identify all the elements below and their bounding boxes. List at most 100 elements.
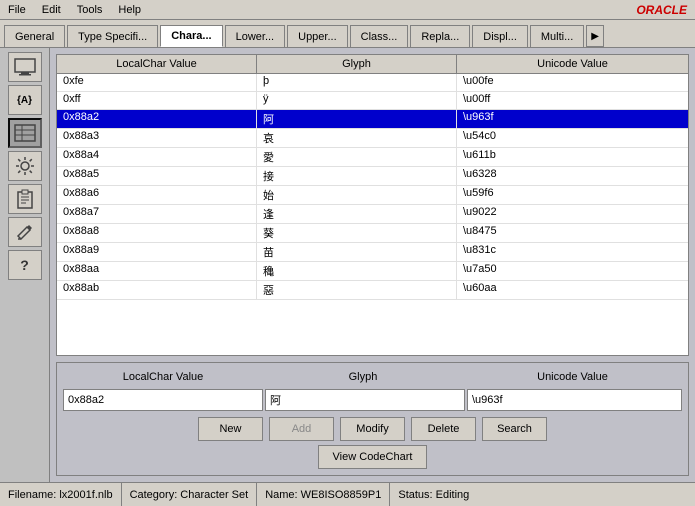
cell-glyph: 逢 xyxy=(257,205,457,223)
status-filename: Filename: lx2001f.nlb xyxy=(0,483,122,506)
unicode-input[interactable] xyxy=(467,389,682,411)
tab-class[interactable]: Class... xyxy=(350,25,409,47)
cell-unicode: \u611b xyxy=(457,148,688,166)
sidebar-icon-monitor[interactable] xyxy=(8,52,42,82)
tab-repla[interactable]: Repla... xyxy=(410,25,470,47)
cell-unicode: \u00fe xyxy=(457,74,688,91)
cell-glyph: þ xyxy=(257,74,457,91)
edit-form-header: LocalChar Value Glyph Unicode Value xyxy=(63,369,682,385)
tab-type-specifi[interactable]: Type Specifi... xyxy=(67,25,158,47)
menu-bar: File Edit Tools Help ORACLE xyxy=(0,0,695,20)
table-row[interactable]: 0x88a5接\u6328 xyxy=(57,167,688,186)
cell-localchar: 0x88a4 xyxy=(57,148,257,166)
content-area: LocalChar Value Glyph Unicode Value 0xfe… xyxy=(50,48,695,482)
table-row[interactable]: 0xffÿ\u00ff xyxy=(57,92,688,110)
codechart-button-row: View CodeChart xyxy=(63,445,682,469)
tab-upper[interactable]: Upper... xyxy=(287,25,348,47)
sidebar: {A} xyxy=(0,48,50,482)
cell-unicode: \u9022 xyxy=(457,205,688,223)
action-buttons: New Add Modify Delete Search xyxy=(63,417,682,441)
cell-localchar: 0xff xyxy=(57,92,257,109)
glyph-input[interactable] xyxy=(265,389,465,411)
cell-glyph: 惡 xyxy=(257,281,457,299)
menu-help[interactable]: Help xyxy=(114,3,145,17)
cell-unicode: \u8475 xyxy=(457,224,688,242)
cell-localchar: 0x88a3 xyxy=(57,129,257,147)
new-button[interactable]: New xyxy=(198,417,263,441)
edit-header-unicode: Unicode Value xyxy=(463,369,682,385)
cell-unicode: \u00ff xyxy=(457,92,688,109)
sidebar-icon-clipboard[interactable] xyxy=(8,184,42,214)
add-button[interactable]: Add xyxy=(269,417,334,441)
cell-glyph: 阿 xyxy=(257,110,457,128)
tab-scroll-right[interactable]: ▶ xyxy=(586,25,604,47)
status-bar: Filename: lx2001f.nlb Category: Characte… xyxy=(0,482,695,506)
table-row[interactable]: 0x88a6始\u59f6 xyxy=(57,186,688,205)
edit-header-localchar: LocalChar Value xyxy=(63,369,263,385)
tab-general[interactable]: General xyxy=(4,25,65,47)
menu-tools[interactable]: Tools xyxy=(73,3,107,17)
cell-glyph: 穐 xyxy=(257,262,457,280)
header-unicode: Unicode Value xyxy=(457,55,688,73)
cell-localchar: 0x88a5 xyxy=(57,167,257,185)
cell-localchar: 0x88aa xyxy=(57,262,257,280)
edit-header-glyph: Glyph xyxy=(263,369,463,385)
table-row[interactable]: 0x88aa穐\u7a50 xyxy=(57,262,688,281)
cell-unicode: \u54c0 xyxy=(457,129,688,147)
tab-multi[interactable]: Multi... xyxy=(530,25,584,47)
status-editing: Status: Editing xyxy=(390,483,477,506)
cell-glyph: 苗 xyxy=(257,243,457,261)
cell-unicode: \u60aa xyxy=(457,281,688,299)
cell-localchar: 0x88a8 xyxy=(57,224,257,242)
cell-localchar: 0x88a2 xyxy=(57,110,257,128)
sidebar-icon-settings[interactable] xyxy=(8,151,42,181)
main-area: {A} xyxy=(0,48,695,482)
view-codechart-button[interactable]: View CodeChart xyxy=(318,445,428,469)
table-row[interactable]: 0x88a7逢\u9022 xyxy=(57,205,688,224)
sidebar-icon-edit[interactable] xyxy=(8,217,42,247)
cell-glyph: 哀 xyxy=(257,129,457,147)
status-name: Name: WE8ISO8859P1 xyxy=(257,483,390,506)
table-row[interactable]: 0x88ab惡\u60aa xyxy=(57,281,688,300)
sidebar-icon-selection[interactable]: {A} xyxy=(8,85,42,115)
sidebar-icon-help[interactable]: ? xyxy=(8,250,42,280)
table-row[interactable]: 0x88a2阿\u963f xyxy=(57,110,688,129)
tab-lower[interactable]: Lower... xyxy=(225,25,286,47)
cell-localchar: 0x88a9 xyxy=(57,243,257,261)
search-button[interactable]: Search xyxy=(482,417,547,441)
table-row[interactable]: 0x88a9苗\u831c xyxy=(57,243,688,262)
table-row[interactable]: 0x88a3哀\u54c0 xyxy=(57,129,688,148)
cell-unicode: \u963f xyxy=(457,110,688,128)
cell-localchar: 0x88ab xyxy=(57,281,257,299)
localchar-input[interactable] xyxy=(63,389,263,411)
cell-unicode: \u59f6 xyxy=(457,186,688,204)
sidebar-icon-table[interactable] xyxy=(8,118,42,148)
cell-localchar: 0x88a7 xyxy=(57,205,257,223)
cell-unicode: \u831c xyxy=(457,243,688,261)
tab-displ[interactable]: Displ... xyxy=(472,25,528,47)
tab-chara[interactable]: Chara... xyxy=(160,25,222,47)
table-row[interactable]: 0x88a8葵\u8475 xyxy=(57,224,688,243)
edit-area: LocalChar Value Glyph Unicode Value New … xyxy=(56,362,689,476)
modify-button[interactable]: Modify xyxy=(340,417,405,441)
delete-button[interactable]: Delete xyxy=(411,417,476,441)
edit-inputs xyxy=(63,389,682,411)
menu-file[interactable]: File xyxy=(4,3,30,17)
cell-localchar: 0xfe xyxy=(57,74,257,91)
table-header: LocalChar Value Glyph Unicode Value xyxy=(57,55,688,74)
cell-glyph: ÿ xyxy=(257,92,457,109)
menu-items: File Edit Tools Help xyxy=(4,3,145,17)
menu-edit[interactable]: Edit xyxy=(38,3,65,17)
tab-bar: General Type Specifi... Chara... Lower..… xyxy=(0,20,695,48)
header-glyph: Glyph xyxy=(257,55,457,73)
cell-glyph: 接 xyxy=(257,167,457,185)
status-category: Category: Character Set xyxy=(122,483,258,506)
table-body[interactable]: 0xfeþ\u00fe0xffÿ\u00ff0x88a2阿\u963f0x88a… xyxy=(57,74,688,355)
char-table: LocalChar Value Glyph Unicode Value 0xfe… xyxy=(56,54,689,356)
header-localchar: LocalChar Value xyxy=(57,55,257,73)
table-row[interactable]: 0xfeþ\u00fe xyxy=(57,74,688,92)
cell-localchar: 0x88a6 xyxy=(57,186,257,204)
cell-unicode: \u6328 xyxy=(457,167,688,185)
cell-glyph: 始 xyxy=(257,186,457,204)
table-row[interactable]: 0x88a4愛\u611b xyxy=(57,148,688,167)
